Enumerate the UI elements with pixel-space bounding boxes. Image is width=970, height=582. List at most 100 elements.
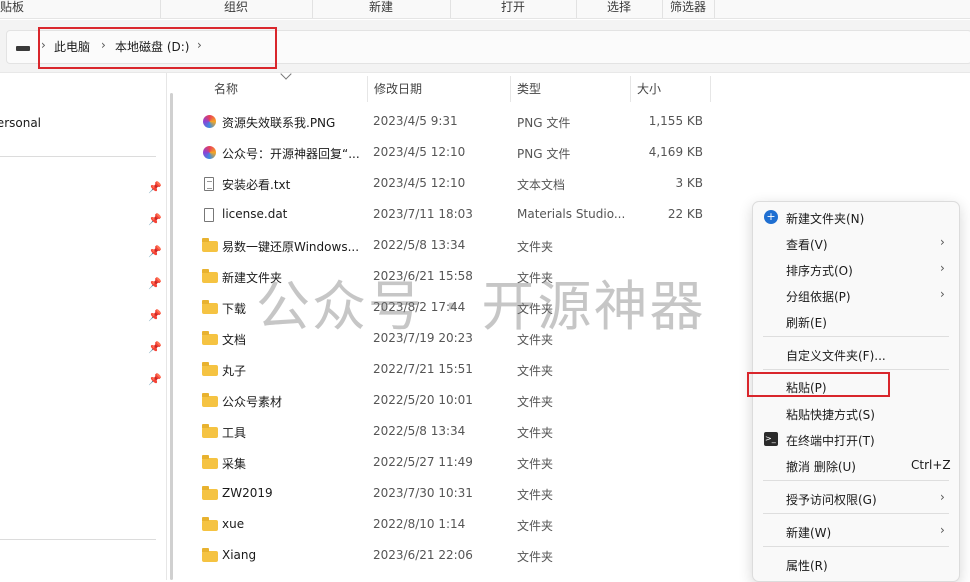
file-type: 文件夹 <box>517 426 554 440</box>
ribbon-bar: 剪贴板 组织 新建 打开 选择 筛选器 <box>0 0 970 19</box>
file-size: 1,155 KB <box>648 114 703 128</box>
png-file-icon <box>203 115 216 128</box>
menu-item-group[interactable]: 分组依据(P) › <box>753 282 959 308</box>
ribbon-group-label: 剪贴板 <box>0 0 25 14</box>
folder-icon <box>202 393 218 407</box>
menu-item-view[interactable]: 查看(V) › <box>753 230 959 256</box>
menu-item-refresh[interactable]: 刷新(E) <box>753 308 959 334</box>
shortcut-label: Ctrl+Z <box>911 458 951 472</box>
column-header-date[interactable]: 修改日期 <box>368 76 511 102</box>
file-type: 文件夹 <box>517 457 554 471</box>
file-type: 文件夹 <box>517 550 554 564</box>
nav-divider <box>0 156 156 157</box>
file-name: ZW2019 <box>222 486 273 500</box>
navigation-pane: Personal 📌 📌 📌 📌 📌 📌 📌 <box>0 73 167 580</box>
file-icon <box>204 208 214 222</box>
folder-icon <box>202 238 218 252</box>
file-row[interactable]: license.dat 2023/7/11 18:03 Materials Stud… <box>196 200 716 231</box>
nav-item-personal[interactable]: Personal <box>0 116 41 130</box>
menu-label: 新建文件夹(N) <box>786 212 865 226</box>
file-name: 丸子 <box>222 364 247 378</box>
file-row[interactable]: 公众号素材 2022/5/20 10:01 文件夹 <box>196 386 716 417</box>
menu-item-new[interactable]: 新建(W) › <box>753 518 959 544</box>
file-type: 文件夹 <box>517 364 554 378</box>
menu-item-sort[interactable]: 排序方式(O) › <box>753 256 959 282</box>
paste-highlight-box <box>747 372 890 397</box>
menu-item-open-terminal[interactable]: >_ 在终端中打开(T) <box>753 426 959 452</box>
pin-icon: 📌 <box>148 373 162 386</box>
file-date: 2023/7/30 10:31 <box>373 486 473 500</box>
column-header-size[interactable]: 大小 <box>631 76 711 102</box>
folder-icon <box>202 548 218 562</box>
ribbon-group-select[interactable]: 选择 <box>576 0 663 18</box>
column-header-name[interactable]: 名称 <box>208 76 368 102</box>
file-date: 2022/7/21 15:51 <box>373 362 473 376</box>
nav-scrollbar[interactable] <box>170 93 173 580</box>
pin-icon: 📌 <box>148 277 162 290</box>
file-row[interactable]: 安装必看.txt 2023/4/5 12:10 文本文档 3 KB <box>196 169 716 200</box>
file-row[interactable]: 采集 2022/5/27 11:49 文件夹 <box>196 448 716 479</box>
chevron-right-icon: › <box>940 523 945 537</box>
menu-separator <box>763 546 949 547</box>
file-date: 2023/4/5 9:31 <box>373 114 458 128</box>
ribbon-group-label: 组织 <box>223 0 248 14</box>
ribbon-group-label: 打开 <box>500 0 525 14</box>
nav-divider <box>0 539 156 540</box>
watermark-text: 公众号 · 开源神器 <box>256 275 706 338</box>
menu-item-paste-shortcut[interactable]: 粘贴快捷方式(S) <box>753 400 959 426</box>
file-date: 2023/6/21 22:06 <box>373 548 473 562</box>
menu-label: 撤消 删除(U) <box>786 460 856 474</box>
ribbon-group-label: 新建 <box>368 0 393 14</box>
file-date: 2023/4/5 12:10 <box>373 145 466 159</box>
file-row[interactable]: 丸子 2022/7/21 15:51 文件夹 <box>196 355 716 386</box>
file-type: Materials Studio... <box>517 207 626 221</box>
new-folder-icon: + <box>764 210 778 224</box>
file-row[interactable]: 资源失效联系我.PNG 2023/4/5 9:31 PNG 文件 1,155 KB <box>196 107 716 138</box>
ribbon-group-new[interactable]: 新建 <box>312 0 451 18</box>
folder-icon <box>202 424 218 438</box>
file-name: 安装必看.txt <box>222 178 291 192</box>
menu-item-undo-delete[interactable]: 撤消 删除(U) Ctrl+Z <box>753 452 959 478</box>
menu-item-grant-access[interactable]: 授予访问权限(G) › <box>753 485 959 511</box>
chevron-right-icon: › <box>940 490 945 504</box>
file-name: 采集 <box>222 457 247 471</box>
menu-label: 粘贴快捷方式(S) <box>786 408 875 422</box>
ribbon-group-clipboard[interactable]: 剪贴板 <box>0 0 161 18</box>
file-date: 2022/5/8 13:34 <box>373 424 466 438</box>
column-header-type[interactable]: 类型 <box>511 76 631 102</box>
pin-icon: 📌 <box>148 245 162 258</box>
folder-icon <box>202 269 218 283</box>
drive-icon <box>16 46 30 51</box>
ribbon-group-organize[interactable]: 组织 <box>160 0 313 18</box>
menu-item-new-folder[interactable]: + 新建文件夹(N) <box>753 204 959 230</box>
menu-separator <box>763 336 949 337</box>
chevron-right-icon: › <box>940 261 945 275</box>
menu-item-customize-folder[interactable]: 自定义文件夹(F)... <box>753 341 959 367</box>
folder-icon <box>202 331 218 345</box>
file-row[interactable]: ZW2019 2023/7/30 10:31 文件夹 <box>196 479 716 510</box>
folder-icon <box>202 300 218 314</box>
menu-separator <box>763 369 949 370</box>
menu-label: 在终端中打开(T) <box>786 434 875 448</box>
file-row[interactable]: 工具 2022/5/8 13:34 文件夹 <box>196 417 716 448</box>
breadcrumb-highlight-box <box>38 27 277 69</box>
menu-separator <box>763 480 949 481</box>
file-row[interactable]: Xiang 2023/6/21 22:06 文件夹 <box>196 541 716 572</box>
file-name: 易数一键还原Windows... <box>222 240 360 254</box>
chevron-right-icon: › <box>940 287 945 301</box>
file-name: Xiang <box>222 548 257 562</box>
file-type: PNG 文件 <box>517 147 571 161</box>
file-row[interactable]: 公众号：开源神器回复“... 2023/4/5 12:10 PNG 文件 4,169 … <box>196 138 716 169</box>
menu-label: 新建(W) <box>786 526 832 540</box>
menu-label: 授予访问权限(G) <box>786 493 877 507</box>
file-type: 文件夹 <box>517 395 554 409</box>
file-size: 4,169 KB <box>648 145 703 159</box>
file-row[interactable]: 易数一键还原Windows... 2022/5/8 13:34 文件夹 <box>196 231 716 262</box>
menu-label: 自定义文件夹(F)... <box>786 349 886 363</box>
file-date: 2023/4/5 12:10 <box>373 176 466 190</box>
ribbon-group-filter[interactable]: 筛选器 <box>662 0 715 18</box>
ribbon-group-open[interactable]: 打开 <box>450 0 577 18</box>
menu-item-properties[interactable]: 属性(R) <box>753 551 959 577</box>
file-row[interactable]: xue 2022/8/10 1:14 文件夹 <box>196 510 716 541</box>
menu-label: 刷新(E) <box>786 316 827 330</box>
